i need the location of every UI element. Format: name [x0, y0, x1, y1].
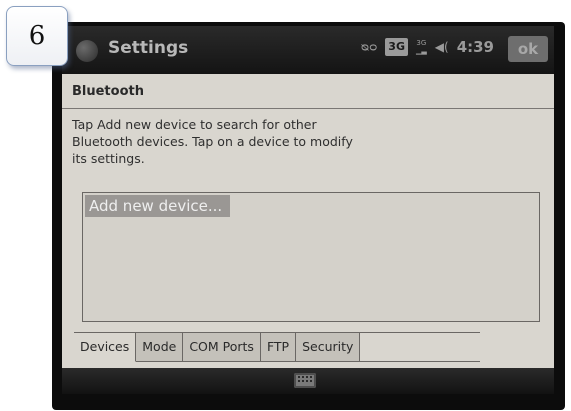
- tab-bar-filler: [360, 333, 481, 362]
- soft-key-bar: [62, 368, 554, 394]
- status-icons: ᴓᴑ 3G 3G ▁▃ ◀( 4:39: [361, 38, 494, 56]
- slide-frame: Settings ᴓᴑ 3G 3G ▁▃ ◀( 4:39 ok Bluetoot…: [0, 0, 571, 411]
- list-item-add-new-device[interactable]: Add new device...: [85, 195, 231, 217]
- device-screen: Settings ᴓᴑ 3G 3G ▁▃ ◀( 4:39 ok Bluetoot…: [62, 26, 554, 394]
- windows-logo-icon[interactable]: [76, 40, 98, 62]
- device-list[interactable]: Add new device...: [82, 192, 540, 322]
- link-icon[interactable]: ᴓᴑ: [361, 38, 377, 56]
- ok-button[interactable]: ok: [508, 36, 548, 62]
- volume-icon[interactable]: ◀(: [435, 38, 449, 56]
- title-bar: Settings ᴓᴑ 3G 3G ▁▃ ◀( 4:39 ok: [62, 26, 554, 74]
- tab-mode[interactable]: Mode: [136, 333, 184, 362]
- heading-divider: [62, 108, 554, 109]
- page-number-badge: 6: [6, 6, 68, 66]
- clock[interactable]: 4:39: [457, 38, 494, 56]
- tab-ftp[interactable]: FTP: [260, 333, 297, 362]
- tab-bar: Devices Mode COM Ports FTP Security: [74, 332, 481, 363]
- page-title: Bluetooth: [72, 84, 144, 99]
- keyboard-row-2: [298, 380, 312, 384]
- keyboard-icon[interactable]: [294, 373, 316, 388]
- signal-bars: ▁▃: [415, 47, 427, 55]
- tab-security[interactable]: Security: [296, 333, 361, 362]
- signal-icon[interactable]: 3G ▁▃: [416, 39, 427, 55]
- tab-devices[interactable]: Devices: [74, 333, 137, 362]
- device-photo: Settings ᴓᴑ 3G 3G ▁▃ ◀( 4:39 ok Bluetoot…: [52, 22, 565, 410]
- instructions-text: Tap Add new device to search for other B…: [72, 117, 353, 166]
- 3g-icon[interactable]: 3G: [385, 38, 408, 56]
- signal-label: 3G: [416, 39, 427, 47]
- window-title: Settings: [108, 38, 189, 58]
- tab-com-ports[interactable]: COM Ports: [183, 333, 261, 362]
